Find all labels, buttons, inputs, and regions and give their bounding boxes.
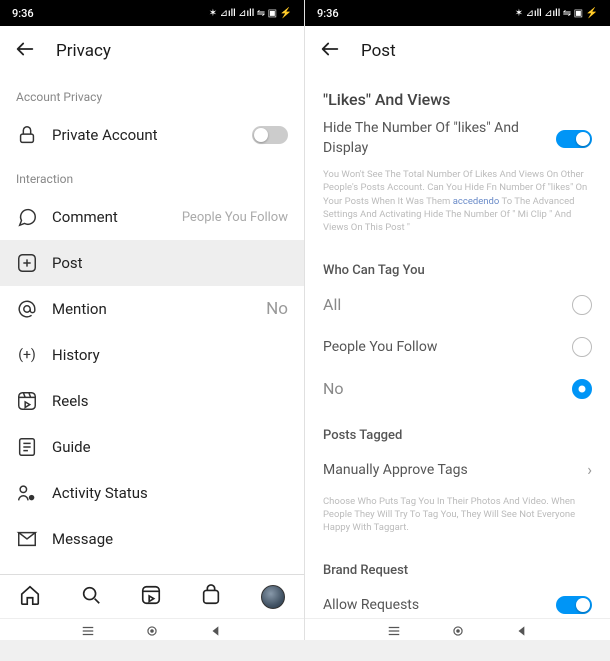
- posts-tagged-description: Choose Who Puts Tag You In Their Photos …: [305, 491, 610, 545]
- who-can-tag-heading: Who Can Tag You: [305, 245, 610, 284]
- shop-icon[interactable]: [200, 584, 222, 610]
- plus-square-icon: [16, 252, 38, 274]
- reels-row[interactable]: Reels: [0, 378, 304, 424]
- page-title: Privacy: [56, 41, 111, 61]
- status-time: 9:36: [12, 7, 34, 20]
- nav-back-icon[interactable]: [515, 623, 529, 637]
- profile-avatar[interactable]: [261, 585, 285, 609]
- manually-approve-row[interactable]: Manually Approve Tags ›: [305, 449, 610, 491]
- android-nav-bar: [305, 618, 610, 640]
- guide-icon: [16, 436, 38, 458]
- mention-label: Mention: [52, 300, 252, 318]
- hide-likes-description: You Won't See The Total Number Of Likes …: [305, 164, 610, 244]
- comment-row[interactable]: Comment People You Follow: [0, 194, 304, 240]
- mention-value: No: [266, 299, 288, 319]
- status-bar: 9:36 ✶ ⊿ıll ⊿ıll ⇋ ▣ ⚡: [305, 0, 610, 26]
- mention-row[interactable]: Mention No: [0, 286, 304, 332]
- tag-option-all[interactable]: All: [305, 284, 610, 326]
- radio-following[interactable]: [572, 337, 592, 357]
- at-icon: [16, 298, 38, 320]
- page-title: Post: [361, 41, 396, 61]
- status-icons: ✶ ⊿ıll ⊿ıll ⇋ ▣ ⚡: [515, 8, 598, 19]
- status-bar: 9:36 ✶ ⊿ıll ⊿ıll ⇋ ▣ ⚡: [0, 0, 304, 26]
- allow-requests-label: Allow Requests: [323, 597, 419, 613]
- post-screen: 9:36 ✶ ⊿ıll ⊿ıll ⇋ ▣ ⚡ Post "Likes" And …: [305, 0, 610, 640]
- bottom-tabs: [0, 574, 304, 618]
- header: Post: [305, 26, 610, 76]
- allow-requests-toggle[interactable]: [556, 596, 592, 614]
- guide-label: Guide: [52, 438, 288, 456]
- message-icon: [16, 528, 38, 550]
- post-row[interactable]: Post: [0, 240, 304, 286]
- posts-tagged-heading: Posts Tagged: [305, 410, 610, 449]
- post-label: Post: [52, 254, 288, 272]
- section-account-privacy: Account Privacy: [0, 76, 304, 112]
- nav-menu-icon[interactable]: [81, 623, 95, 637]
- nav-home-icon[interactable]: [451, 623, 465, 637]
- search-icon[interactable]: [80, 584, 102, 610]
- radio-no[interactable]: [572, 379, 592, 399]
- comment-value: People You Follow: [182, 210, 288, 225]
- lock-icon: [16, 124, 38, 146]
- hide-likes-row[interactable]: Hide The Number Of "likes" And Display: [305, 117, 610, 164]
- reels-label: Reels: [52, 392, 288, 410]
- tag-option-following[interactable]: People You Follow: [305, 326, 610, 368]
- status-icons: ✶ ⊿ıll ⊿ıll ⇋ ▣ ⚡: [209, 8, 292, 19]
- history-row[interactable]: (+) History: [0, 332, 304, 378]
- manually-approve-label: Manually Approve Tags: [323, 462, 468, 478]
- comment-label: Comment: [52, 208, 168, 226]
- plus-circle-icon: (+): [16, 344, 38, 366]
- nav-back-icon[interactable]: [209, 623, 223, 637]
- hide-likes-toggle[interactable]: [556, 130, 592, 148]
- tag-option-no[interactable]: No: [305, 368, 610, 410]
- tag-all-label: All: [323, 295, 341, 314]
- activity-status-label: Activity Status: [52, 484, 288, 502]
- back-icon[interactable]: [319, 38, 341, 64]
- header: Privacy: [0, 26, 304, 76]
- message-row[interactable]: Message: [0, 516, 304, 562]
- brand-request-heading: Brand Request: [305, 545, 610, 584]
- activity-icon: [16, 482, 38, 504]
- private-account-label: Private Account: [52, 126, 238, 144]
- message-label: Message: [52, 530, 288, 548]
- likes-views-heading: "Likes" And Views: [305, 76, 610, 117]
- private-account-toggle[interactable]: [252, 126, 288, 144]
- reels-tab-icon[interactable]: [140, 584, 162, 610]
- section-interaction: Interaction: [0, 158, 304, 194]
- status-time: 9:36: [317, 7, 339, 20]
- android-nav-bar: [0, 618, 304, 640]
- hide-likes-label: Hide The Number Of "likes" And Display: [323, 119, 543, 158]
- home-icon[interactable]: [19, 584, 41, 610]
- tag-following-label: People You Follow: [323, 339, 437, 355]
- nav-menu-icon[interactable]: [387, 623, 401, 637]
- chevron-right-icon: ›: [587, 460, 592, 479]
- guide-row[interactable]: Guide: [0, 424, 304, 470]
- comment-icon: [16, 206, 38, 228]
- accedendo-link[interactable]: accedendo: [453, 196, 500, 207]
- privacy-screen: 9:36 ✶ ⊿ıll ⊿ıll ⇋ ▣ ⚡ Privacy Account P…: [0, 0, 305, 640]
- tag-no-label: No: [323, 379, 344, 398]
- activity-status-row[interactable]: Activity Status: [0, 470, 304, 516]
- private-account-row[interactable]: Private Account: [0, 112, 304, 158]
- reels-icon: [16, 390, 38, 412]
- back-icon[interactable]: [14, 38, 36, 64]
- nav-home-icon[interactable]: [145, 623, 159, 637]
- radio-all[interactable]: [572, 295, 592, 315]
- history-label: History: [52, 346, 288, 364]
